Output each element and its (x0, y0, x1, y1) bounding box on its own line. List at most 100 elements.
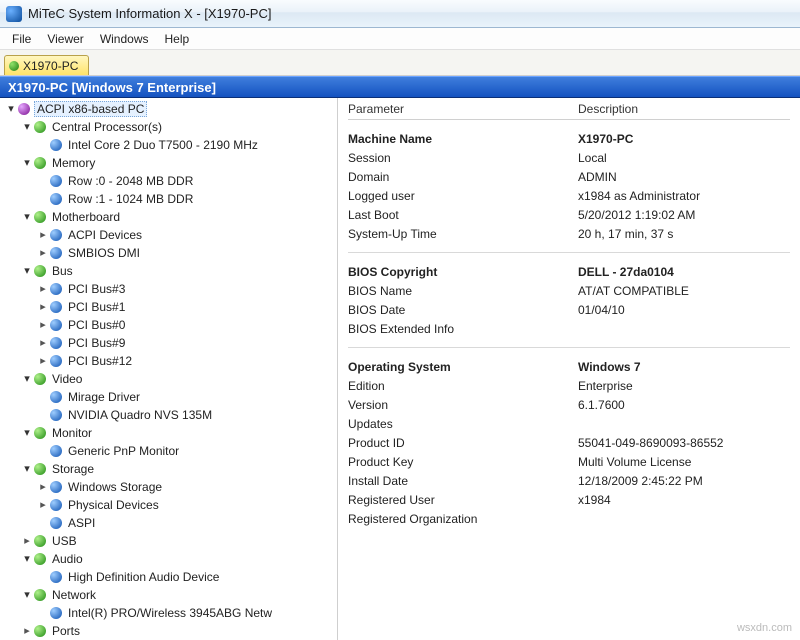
expand-icon[interactable] (36, 336, 50, 350)
tree-video-1[interactable]: NVIDIA Quadro NVS 135M (2, 406, 337, 424)
col-description[interactable]: Description (578, 102, 638, 116)
tree-label: Central Processor(s) (50, 120, 162, 134)
col-parameter[interactable]: Parameter (348, 102, 578, 116)
param-value: 55041-049-8690093-86552 (578, 434, 723, 453)
tree-bus-9[interactable]: PCI Bus#9 (2, 334, 337, 352)
expand-icon[interactable] (20, 534, 34, 548)
expand-icon[interactable] (36, 228, 50, 242)
param-label: Product Key (348, 453, 578, 472)
expand-icon[interactable] (20, 372, 34, 386)
tree-monitor[interactable]: Monitor (2, 424, 337, 442)
param-label: BIOS Name (348, 282, 578, 301)
node-icon (50, 301, 62, 313)
expand-icon[interactable] (20, 462, 34, 476)
param-label: Edition (348, 377, 578, 396)
node-icon (50, 445, 62, 457)
tree-memory-row0[interactable]: Row :0 - 2048 MB DDR (2, 172, 337, 190)
expand-icon[interactable] (20, 210, 34, 224)
expand-icon[interactable] (36, 498, 50, 512)
menu-windows[interactable]: Windows (92, 30, 157, 48)
node-icon (34, 121, 46, 133)
tabbar: X1970-PC (0, 50, 800, 76)
node-icon (50, 283, 62, 295)
expand-icon[interactable] (36, 282, 50, 296)
menu-viewer[interactable]: Viewer (39, 30, 91, 48)
tree-memory[interactable]: Memory (2, 154, 337, 172)
tree-smbios[interactable]: SMBIOS DMI (2, 244, 337, 262)
tree-memory-row1[interactable]: Row :1 - 1024 MB DDR (2, 190, 337, 208)
tree-bus-3[interactable]: PCI Bus#3 (2, 280, 337, 298)
param-value: AT/AT COMPATIBLE (578, 282, 689, 301)
param-label: Updates (348, 415, 578, 434)
expand-icon[interactable] (36, 318, 50, 332)
menu-file[interactable]: File (4, 30, 39, 48)
tree-motherboard[interactable]: Motherboard (2, 208, 337, 226)
tree-usb[interactable]: USB (2, 532, 337, 550)
node-icon (50, 229, 62, 241)
expand-icon[interactable] (36, 354, 50, 368)
node-icon (34, 427, 46, 439)
tree-root-label: ACPI x86-based PC (34, 101, 147, 117)
tree-label: Audio (50, 552, 83, 566)
tree-bus-1[interactable]: PCI Bus#1 (2, 298, 337, 316)
expand-icon[interactable] (20, 264, 34, 278)
param-label: Last Boot (348, 206, 578, 225)
tree-pane[interactable]: ACPI x86-based PC Central Processor(s) I… (0, 98, 338, 640)
tree-label: PCI Bus#3 (66, 282, 125, 296)
expand-icon[interactable] (36, 480, 50, 494)
tree-network[interactable]: Network (2, 586, 337, 604)
tree-storage-windows[interactable]: Windows Storage (2, 478, 337, 496)
tree-storage-physical[interactable]: Physical Devices (2, 496, 337, 514)
node-icon (34, 535, 46, 547)
tree-label: ACPI Devices (66, 228, 142, 242)
tree-audio[interactable]: Audio (2, 550, 337, 568)
tree-root[interactable]: ACPI x86-based PC (2, 100, 337, 118)
expand-icon[interactable] (36, 300, 50, 314)
node-icon (50, 391, 62, 403)
column-headers: Parameter Description (348, 102, 790, 120)
tree-label: NVIDIA Quadro NVS 135M (66, 408, 212, 422)
node-icon (34, 157, 46, 169)
param-value: Windows 7 (578, 358, 641, 377)
expand-icon[interactable] (20, 552, 34, 566)
tree-storage[interactable]: Storage (2, 460, 337, 478)
tree-bus[interactable]: Bus (2, 262, 337, 280)
tree-cpu[interactable]: Central Processor(s) (2, 118, 337, 136)
tree-ports[interactable]: Ports (2, 622, 337, 640)
param-label: BIOS Extended Info (348, 320, 578, 339)
tree-label: Physical Devices (66, 498, 159, 512)
tree-cpu-0[interactable]: Intel Core 2 Duo T7500 - 2190 MHz (2, 136, 337, 154)
expand-icon[interactable] (4, 102, 18, 116)
tab-active[interactable]: X1970-PC (4, 55, 89, 75)
tree-label: Motherboard (50, 210, 120, 224)
menu-help[interactable]: Help (157, 30, 198, 48)
window-titlebar: MiTeC System Information X - [X1970-PC] (0, 0, 800, 28)
tree-audio-0[interactable]: High Definition Audio Device (2, 568, 337, 586)
tree-label: Row :0 - 2048 MB DDR (66, 174, 193, 188)
expand-icon[interactable] (20, 624, 34, 638)
tree-label: Network (50, 588, 96, 602)
page-header-text: X1970-PC [Windows 7 Enterprise] (8, 80, 216, 95)
param-label: BIOS Date (348, 301, 578, 320)
tree-acpi-devices[interactable]: ACPI Devices (2, 226, 337, 244)
tree-storage-aspi[interactable]: ASPI (2, 514, 337, 532)
tree-label: Windows Storage (66, 480, 162, 494)
tree-bus-0[interactable]: PCI Bus#0 (2, 316, 337, 334)
param-value: 12/18/2009 2:45:22 PM (578, 472, 703, 491)
param-label: BIOS Copyright (348, 263, 578, 282)
tree-bus-12[interactable]: PCI Bus#12 (2, 352, 337, 370)
node-icon (18, 103, 30, 115)
tree-video-0[interactable]: Mirage Driver (2, 388, 337, 406)
expand-icon[interactable] (20, 588, 34, 602)
tree-video[interactable]: Video (2, 370, 337, 388)
param-label: Install Date (348, 472, 578, 491)
expand-icon[interactable] (20, 120, 34, 134)
expand-icon[interactable] (20, 156, 34, 170)
tree-monitor-0[interactable]: Generic PnP Monitor (2, 442, 337, 460)
param-value: 6.1.7600 (578, 396, 625, 415)
tree-network-0[interactable]: Intel(R) PRO/Wireless 3945ABG Netw (2, 604, 337, 622)
expand-icon[interactable] (36, 246, 50, 260)
param-label: Registered Organization (348, 510, 578, 529)
param-value: X1970-PC (578, 130, 633, 149)
expand-icon[interactable] (20, 426, 34, 440)
